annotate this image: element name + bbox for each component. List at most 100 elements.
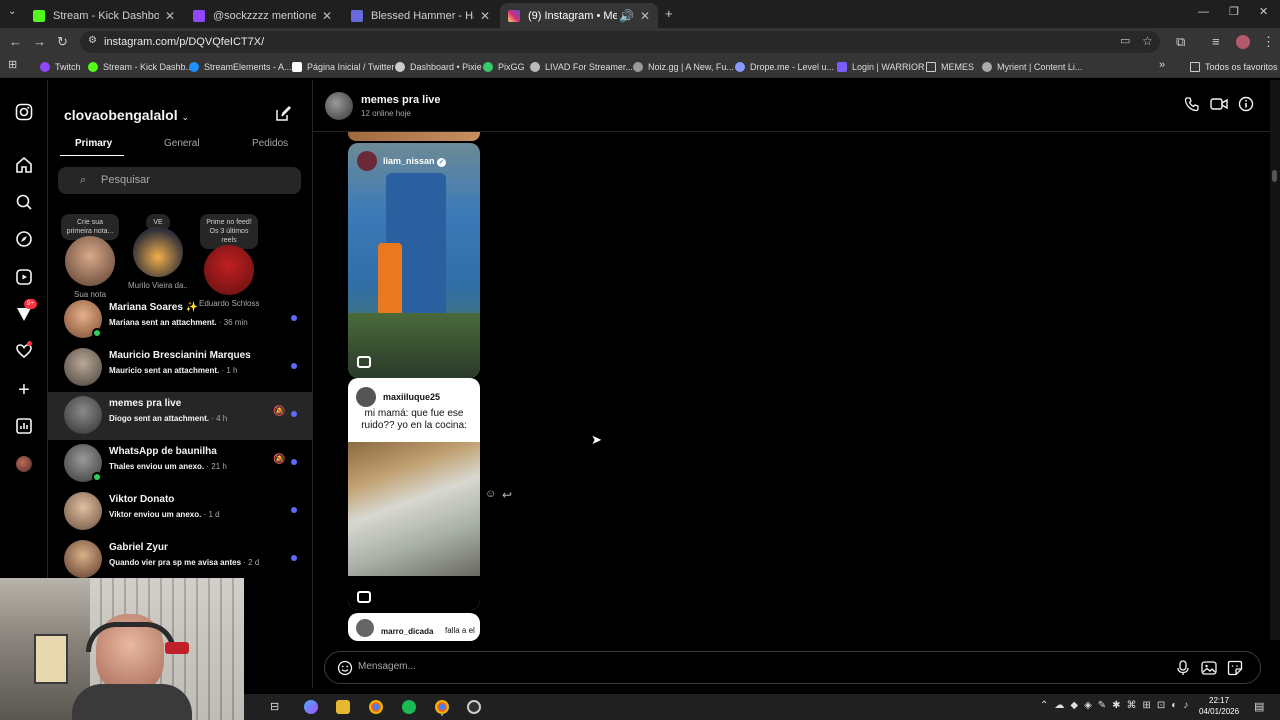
url-field[interactable]: ⚙ instagram.com/p/DQVQfeICT7X/ ▭ ☆ (80, 31, 1160, 53)
bookmark-memes-folder[interactable]: MEMES (926, 59, 974, 75)
instagram-icon[interactable] (14, 103, 34, 123)
chrome-active-icon[interactable] (435, 700, 449, 714)
explore-icon[interactable] (14, 230, 34, 250)
profile-icon[interactable] (14, 454, 34, 474)
note-own[interactable]: Crie sua primeira nota... Sua nota (60, 214, 120, 299)
restore-icon[interactable]: ❐ (1229, 7, 1239, 18)
obs-icon[interactable] (467, 700, 481, 714)
post-author[interactable]: liam_nissan ✓ (383, 156, 447, 167)
file-explorer-icon[interactable] (336, 700, 350, 714)
shared-reel-post[interactable]: marro_dicada falla a el (348, 613, 480, 641)
browser-tab-instagram[interactable]: (9) Instagram • Mensagens 🔊 ✕ (500, 3, 658, 28)
bookmark-pixie[interactable]: Dashboard • Pixie (395, 59, 482, 75)
account-switcher[interactable]: clovaobengalalol ⌄ (64, 107, 189, 123)
cast-icon[interactable]: ▭ (1120, 36, 1130, 47)
image-icon[interactable] (1201, 660, 1217, 681)
all-bookmarks-folder[interactable]: Todos os favoritos (1190, 59, 1278, 75)
conversation-memes[interactable]: memes pra live Diogo sent an attachment.… (48, 392, 312, 440)
sticker-icon[interactable] (1227, 660, 1243, 681)
message-composer[interactable]: Mensagem... (324, 651, 1261, 684)
info-icon[interactable] (1238, 96, 1254, 116)
reply-icon[interactable]: ↩ (502, 488, 512, 502)
bookmark-noiz[interactable]: Noiz.gg | A New, Fu... (633, 59, 734, 75)
group-avatar[interactable] (325, 92, 353, 120)
group-name[interactable]: memes pra live (361, 94, 441, 106)
notifications-icon[interactable] (14, 341, 34, 362)
browser-tab-kick[interactable]: Stream - Kick Dashboard ✕ (25, 3, 183, 28)
back-icon[interactable]: ← (9, 35, 22, 48)
conversation-gabriel[interactable]: Gabriel Zyur Quando vier pra sp me avisa… (48, 536, 312, 584)
chat-header: memes pra live 12 online hoje (313, 80, 1270, 132)
minimize-icon[interactable]: — (1198, 7, 1209, 18)
bookmark-drope[interactable]: Drope.me - Level u... (735, 59, 834, 75)
speaker-icon[interactable]: 🔊 (619, 9, 634, 23)
reload-icon[interactable]: ↻ (57, 35, 68, 48)
shared-reel-post[interactable]: liam_nissan ✓ (348, 143, 480, 378)
bookmark-kick[interactable]: Stream - Kick Dashb... (88, 59, 193, 75)
note-murilo[interactable]: VE Murilo Vieira da... (128, 214, 188, 290)
tab-general[interactable]: General (164, 138, 200, 149)
window-close-icon[interactable]: ✕ (1259, 7, 1268, 18)
reels-icon[interactable] (14, 268, 34, 288)
system-clock[interactable]: 22:17 04/01/2026 (1199, 695, 1239, 717)
post-author[interactable]: maxiiluque25 (383, 392, 440, 402)
search-icon[interactable] (14, 193, 34, 213)
search-input[interactable]: ⌕ Pesquisar (58, 167, 301, 194)
tab-search-icon[interactable]: ⌄ (8, 7, 16, 17)
extensions-icon[interactable]: ⧉ (1176, 35, 1185, 48)
new-message-icon[interactable] (274, 105, 292, 128)
forward-icon[interactable]: → (33, 35, 46, 48)
page-scrollbar[interactable] (1270, 80, 1280, 640)
phone-icon[interactable] (1184, 96, 1200, 116)
scrollbar-thumb[interactable] (1272, 170, 1277, 182)
tab-requests[interactable]: Pedidos (252, 138, 288, 149)
browser-tab-mention[interactable]: @sockzzzz mentioned you ✕ (185, 3, 340, 28)
close-icon[interactable]: ✕ (480, 9, 490, 23)
bookmark-star-icon[interactable]: ☆ (1142, 35, 1153, 47)
close-icon[interactable]: ✕ (165, 9, 175, 23)
task-view-icon[interactable]: ⊟ (270, 700, 284, 714)
conversation-whatsapp[interactable]: WhatsApp de baunilha Thales enviou um an… (48, 440, 312, 488)
menu-icon[interactable]: ⋮ (1262, 35, 1275, 48)
conversation-mariana[interactable]: Mariana Soares ✨ Mariana sent an attachm… (48, 296, 312, 344)
post-author[interactable]: marro_dicada (381, 627, 433, 636)
message-input[interactable]: Mensagem... (358, 661, 416, 672)
system-tray[interactable]: ⌃☁◆◈✎✱⌘⊞⊡◐♪ (1040, 700, 1194, 711)
more-bookmarks-icon[interactable]: » (1159, 60, 1165, 71)
notification-center-icon[interactable]: ▤ (1254, 700, 1264, 713)
reading-list-icon[interactable]: ≡ (1212, 35, 1220, 48)
mic-icon[interactable] (1176, 660, 1190, 681)
spotify-icon[interactable] (402, 700, 416, 714)
home-icon[interactable] (14, 156, 34, 176)
bookmark-twitch[interactable]: Twitch (40, 59, 81, 75)
bookmark-warrior[interactable]: Login | WARRIOR (837, 59, 925, 75)
drope-icon (735, 62, 745, 72)
site-info-icon[interactable]: ⚙ (88, 36, 97, 46)
bookmark-streamelements[interactable]: StreamElements - A... (189, 59, 292, 75)
dashboard-icon[interactable] (14, 417, 34, 437)
tab-primary[interactable]: Primary (75, 138, 112, 149)
profile-avatar[interactable] (1236, 35, 1250, 49)
react-emoji-icon[interactable]: ☺ (485, 488, 496, 500)
online-indicator (92, 328, 102, 338)
messages-icon[interactable]: 9+ (14, 299, 37, 325)
new-tab-icon[interactable]: + (665, 7, 673, 20)
create-icon[interactable]: + (14, 380, 34, 400)
conversation-mauricio[interactable]: Mauricio Brescianini Marques Mauricio se… (48, 344, 312, 392)
messages-badge: 9+ (24, 299, 37, 309)
close-icon[interactable]: ✕ (640, 9, 650, 23)
bookmark-pixgg[interactable]: PixGG (483, 59, 525, 75)
emoji-icon[interactable] (337, 660, 353, 681)
bookmark-twitter[interactable]: Página Inicial / Twitter (292, 59, 394, 75)
conversation-viktor[interactable]: Viktor Donato Viktor enviou um anexo. · … (48, 488, 312, 536)
apps-icon[interactable]: ⊞ (8, 60, 17, 71)
bookmark-myrient[interactable]: Myrient | Content Li... (982, 59, 1082, 75)
browser-tab-hammerdun[interactable]: Blessed Hammer - Hammerdun ✕ (343, 3, 498, 28)
shared-reel-post[interactable]: maxiiluque25 mi mamá: que fue ese ruido?… (348, 378, 480, 610)
copilot-icon[interactable] (304, 700, 318, 714)
video-icon[interactable] (1210, 96, 1228, 116)
chrome-icon[interactable] (369, 700, 383, 714)
close-icon[interactable]: ✕ (322, 9, 332, 23)
note-eduardo[interactable]: Prime no feed! Os 3 últimos reels Eduard… (199, 214, 259, 308)
bookmark-livad[interactable]: LIVAD For Streamer... (530, 59, 633, 75)
